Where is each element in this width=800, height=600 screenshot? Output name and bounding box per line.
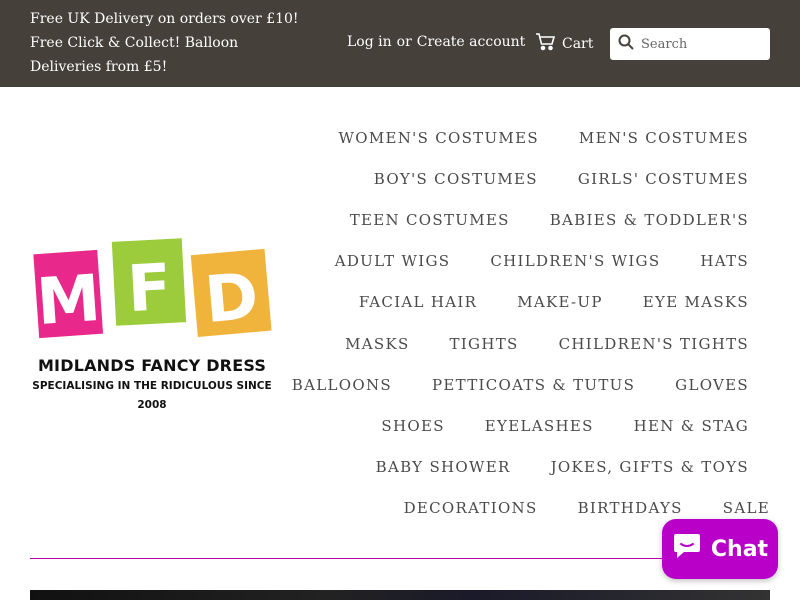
account-links: Log in or Create account: [347, 34, 525, 50]
mfd-logo-graphic: M F D: [33, 238, 272, 340]
nav-item-babies-toddler-s[interactable]: BABIES & TODDLER'S: [550, 211, 749, 229]
nav-item-children-s-tights[interactable]: CHILDREN'S TIGHTS: [559, 335, 749, 353]
nav-item-hen-stag[interactable]: HEN & STAG: [634, 417, 749, 435]
or-separator: or: [396, 34, 412, 50]
logo-letter-m: M: [34, 262, 103, 340]
nav-item-masks[interactable]: MASKS: [345, 335, 409, 353]
nav-item-baby-shower[interactable]: BABY SHOWER: [376, 458, 511, 476]
search-input[interactable]: [641, 36, 761, 52]
nav-row: BOY'S COSTUMES GIRLS' COSTUMES: [300, 158, 770, 199]
chat-label: Chat: [710, 536, 769, 562]
create-account-link[interactable]: Create account: [417, 34, 526, 50]
nav-item-birthdays[interactable]: BIRTHDAYS: [578, 499, 683, 517]
nav-item-sale[interactable]: SALE: [723, 499, 770, 517]
hero-banner: [30, 590, 770, 600]
nav-row: TEEN COSTUMES BABIES & TODDLER'S: [300, 199, 770, 240]
nav-item-tights[interactable]: TIGHTS: [450, 335, 519, 353]
nav-item-boy-s-costumes[interactable]: BOY'S COSTUMES: [374, 170, 538, 188]
promo-text: Free UK Delivery on orders over £10! Fre…: [30, 7, 300, 79]
chat-button[interactable]: Chat: [662, 519, 778, 579]
logo-tagline: SPECIALISING IN THE RIDICULOUS SINCE 200…: [32, 380, 272, 411]
nav-item-decorations[interactable]: DECORATIONS: [404, 499, 538, 517]
site-logo[interactable]: M F D MIDLANDS FANCY DRESS SPECIALISING …: [32, 236, 276, 416]
cart-icon: [535, 32, 556, 55]
nav-item-shoes[interactable]: SHOES: [381, 417, 444, 435]
nav-row: BALLOONS PETTICOATS & TUTUS GLOVES: [292, 364, 770, 405]
nav-item-facial-hair[interactable]: FACIAL HAIR: [359, 293, 477, 311]
promo-line-collect: Free Click & Collect! Balloon Deliveries…: [30, 35, 239, 75]
nav-row: WOMEN'S COSTUMES MEN'S COSTUMES: [300, 117, 770, 158]
nav-row: FACIAL HAIR MAKE-UP EYE MASKS: [300, 282, 770, 323]
logo-name: MIDLANDS FANCY DRESS: [37, 356, 267, 375]
nav-item-children-s-wigs[interactable]: CHILDREN'S WIGS: [490, 252, 660, 270]
nav-item-adult-wigs[interactable]: ADULT WIGS: [335, 252, 451, 270]
cart-label: Cart: [562, 35, 594, 52]
announcement-bar: Free UK Delivery on orders over £10! Fre…: [0, 0, 800, 87]
nav-row: MASKS TIGHTS CHILDREN'S TIGHTS: [300, 323, 770, 364]
header-divider: [30, 558, 770, 559]
nav-item-eye-masks[interactable]: EYE MASKS: [643, 293, 749, 311]
promo-line-delivery: Free UK Delivery on orders over £10!: [30, 11, 299, 27]
nav-item-jokes-gifts-toys[interactable]: JOKES, GIFTS & TOYS: [551, 458, 749, 476]
main-navigation: WOMEN'S COSTUMES MEN'S COSTUMES BOY'S COST…: [292, 117, 770, 529]
logo-letter-f: F: [126, 251, 174, 327]
login-link[interactable]: Log in: [347, 34, 392, 50]
nav-item-gloves[interactable]: GLOVES: [675, 376, 749, 394]
nav-item-men-s-costumes[interactable]: MEN'S COSTUMES: [579, 129, 749, 147]
search-icon[interactable]: [618, 34, 634, 54]
nav-row: BABY SHOWER JOKES, GIFTS & TOYS: [300, 447, 770, 488]
chat-bubble-icon: [672, 532, 702, 566]
nav-item-petticoats-tutus[interactable]: PETTICOATS & TUTUS: [432, 376, 635, 394]
nav-row: ADULT WIGS CHILDREN'S WIGS HATS: [300, 241, 770, 282]
nav-row: SHOES EYELASHES HEN & STAG: [300, 405, 770, 446]
nav-item-make-up[interactable]: MAKE-UP: [517, 293, 603, 311]
nav-item-balloons[interactable]: BALLOONS: [292, 376, 392, 394]
nav-item-eyelashes[interactable]: EYELASHES: [485, 417, 594, 435]
nav-item-women-s-costumes[interactable]: WOMEN'S COSTUMES: [339, 129, 539, 147]
cart-link[interactable]: Cart: [535, 32, 593, 55]
nav-item-girls-costumes[interactable]: GIRLS' COSTUMES: [578, 170, 749, 188]
logo-letter-d: D: [202, 260, 261, 338]
nav-item-teen-costumes[interactable]: TEEN COSTUMES: [350, 211, 510, 229]
search-box: [610, 28, 770, 60]
nav-item-hats[interactable]: HATS: [700, 252, 749, 270]
